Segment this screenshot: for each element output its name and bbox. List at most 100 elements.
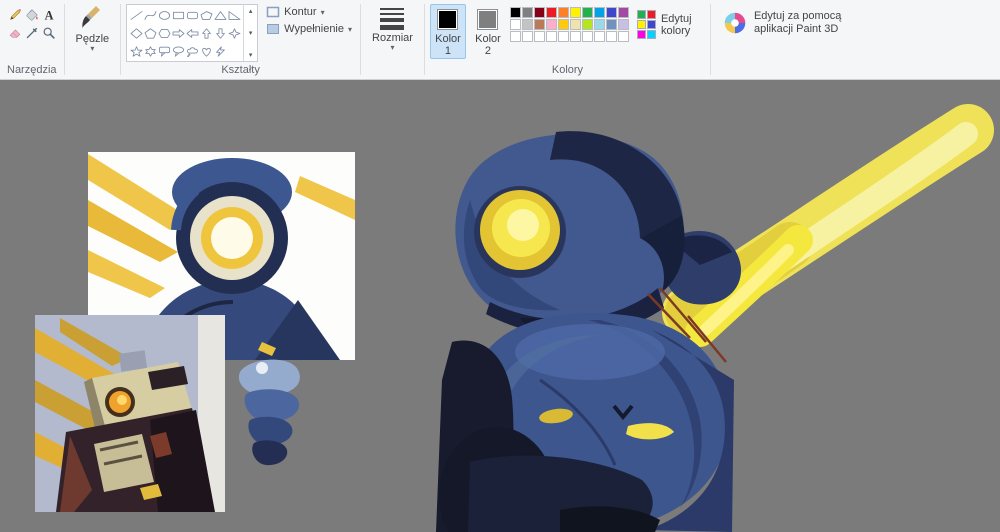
outline-button-label: Kontur (284, 6, 317, 18)
color2-button[interactable]: Kolor 2 (470, 4, 506, 59)
palette-color-r1-c8[interactable] (593, 7, 605, 18)
palette-color-r3-c7[interactable] (581, 31, 593, 42)
shapes-gallery: ▴ ▾ ▾ (126, 4, 259, 62)
color-picker-tool-button[interactable] (24, 24, 40, 41)
shape-rectangle[interactable] (171, 6, 185, 24)
palette-color-r3-c5[interactable] (557, 31, 569, 42)
star-5-icon (130, 45, 143, 57)
shape-arrow-down[interactable] (213, 24, 227, 42)
pentagon-icon (144, 27, 157, 39)
arrow-down-icon (215, 27, 225, 39)
shape-heart[interactable] (199, 42, 213, 60)
magnifier-tool-button[interactable] (41, 24, 57, 41)
chevron-down-icon: ▾ (348, 24, 353, 34)
color1-label: Kolor 1 (435, 33, 461, 57)
shape-star-4[interactable] (227, 24, 241, 42)
shapes-grid (127, 5, 243, 61)
edit-colors-button[interactable]: Edytuj kolory (633, 4, 705, 45)
palette-color-r3-c8[interactable] (593, 31, 605, 42)
shape-callout-rounded[interactable] (157, 42, 171, 60)
shape-curve[interactable] (143, 6, 157, 24)
palette-color-r2-c8[interactable] (593, 19, 605, 30)
shape-star-6[interactable] (143, 42, 157, 60)
shape-oval[interactable] (157, 6, 171, 24)
arrow-up-icon (201, 27, 211, 39)
shapes-scroll-up-button[interactable]: ▴ (249, 7, 253, 15)
palette-color-r2-c10[interactable] (617, 19, 629, 30)
text-tool-button[interactable]: A (41, 6, 57, 23)
fill-with-color-tool-button[interactable] (24, 6, 40, 23)
palette-color-r1-c10[interactable] (617, 7, 629, 18)
palette-color-r1-c7[interactable] (581, 7, 593, 18)
brushes-button[interactable]: Pędzle ▾ (70, 2, 116, 53)
chevron-down-icon: ▾ (390, 43, 395, 52)
shape-star-5[interactable] (129, 42, 143, 60)
palette-color-r3-c10[interactable] (617, 31, 629, 42)
colors-group: Kolor 1 Kolor 2 Edytuj kolory Kolory (425, 0, 710, 79)
shape-lightning[interactable] (213, 42, 227, 60)
color-palette (509, 7, 629, 42)
fill-bucket-icon (26, 8, 38, 20)
palette-color-r1-c2[interactable] (521, 7, 533, 18)
shape-right-triangle[interactable] (227, 6, 241, 24)
shape-callout-cloud[interactable] (185, 42, 199, 60)
rectangle-icon (172, 11, 184, 19)
paint3d-button[interactable]: Edytuj za pomocą aplikacji Paint 3D (716, 2, 854, 44)
palette-color-r2-c9[interactable] (605, 19, 617, 30)
palette-color-r1-c6[interactable] (569, 7, 581, 18)
shapes-gallery-more-button[interactable]: ▾ (249, 51, 253, 59)
palette-color-r2-c3[interactable] (533, 19, 545, 30)
palette-color-r3-c3[interactable] (533, 31, 545, 42)
palette-color-r3-c4[interactable] (545, 31, 557, 42)
line-icon (130, 10, 143, 20)
brush-icon (82, 6, 101, 28)
palette-color-r1-c3[interactable] (533, 7, 545, 18)
paint-canvas[interactable] (0, 80, 1000, 532)
palette-color-r3-c2[interactable] (521, 31, 533, 42)
color2-label: Kolor 2 (475, 33, 501, 57)
palette-color-r1-c9[interactable] (605, 7, 617, 18)
palette-color-r2-c2[interactable] (521, 19, 533, 30)
palette-color-r2-c7[interactable] (581, 19, 593, 30)
outline-button[interactable]: Kontur ▾ (263, 5, 355, 19)
chevron-down-icon: ▾ (90, 44, 95, 53)
callout-cloud-icon (186, 46, 198, 57)
palette-color-r2-c1[interactable] (509, 19, 521, 30)
tools-group: A Narzędzia (0, 0, 64, 79)
color2-swatch (477, 9, 499, 30)
shape-arrow-up[interactable] (199, 24, 213, 42)
shape-rounded-rectangle[interactable] (185, 6, 199, 24)
edit-colors-icon-cell (636, 20, 646, 29)
palette-color-r1-c5[interactable] (557, 7, 569, 18)
arrow-left-icon (186, 28, 199, 38)
shapes-scroll-down-button[interactable]: ▾ (249, 29, 253, 37)
palette-color-r1-c1[interactable] (509, 7, 521, 18)
artwork-reference-bottom-left (35, 315, 225, 512)
palette-color-r2-c5[interactable] (557, 19, 569, 30)
pencil-tool-button[interactable] (7, 6, 23, 23)
shape-hexagon[interactable] (157, 24, 171, 42)
shape-polygon[interactable] (199, 6, 213, 24)
size-button[interactable]: Rozmiar ▾ (366, 2, 419, 52)
palette-color-r2-c6[interactable] (569, 19, 581, 30)
fill-button[interactable]: Wypełnienie ▾ (263, 22, 355, 36)
palette-color-r3-c9[interactable] (605, 31, 617, 42)
palette-color-r1-c4[interactable] (545, 7, 557, 18)
palette-color-r3-c1[interactable] (509, 31, 521, 42)
star-6-icon (145, 45, 156, 57)
shape-diamond[interactable] (129, 24, 143, 42)
shape-arrow-left[interactable] (185, 24, 199, 42)
paint3d-icon (724, 12, 746, 34)
palette-color-r2-c4[interactable] (545, 19, 557, 30)
shape-arrow-right[interactable] (171, 24, 185, 42)
shape-callout-oval[interactable] (171, 42, 185, 60)
shape-line[interactable] (129, 6, 143, 24)
lightning-icon (215, 45, 225, 57)
polygon-icon (200, 10, 213, 20)
shape-pentagon[interactable] (143, 24, 157, 42)
palette-color-r3-c6[interactable] (569, 31, 581, 42)
fill-button-label: Wypełnienie (284, 23, 344, 35)
color1-button[interactable]: Kolor 1 (429, 4, 466, 59)
shape-triangle[interactable] (213, 6, 227, 24)
eraser-tool-button[interactable] (7, 24, 23, 41)
